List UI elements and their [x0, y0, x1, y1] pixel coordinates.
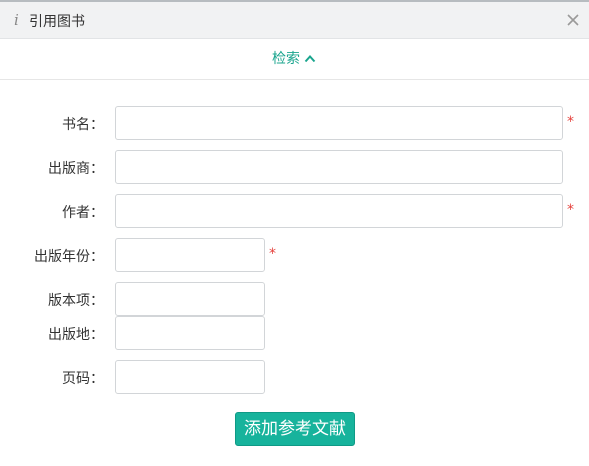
add-reference-button[interactable]: 添加参考文献	[235, 412, 355, 446]
publish-year-input[interactable]	[115, 238, 265, 272]
search-toggle[interactable]: 检索	[272, 48, 316, 68]
edition-label: 版本项：	[48, 293, 104, 309]
dialog-title: 引用图书	[29, 14, 85, 30]
info-icon: i	[14, 11, 19, 29]
title-label: 书名：	[62, 117, 104, 133]
search-bar: 检索	[0, 39, 589, 80]
book-title-input[interactable]	[115, 106, 563, 140]
required-mark: *	[567, 202, 574, 218]
pages-input[interactable]	[115, 360, 265, 394]
chevron-up-icon	[304, 54, 316, 62]
publisher-label: 出版商：	[48, 161, 104, 177]
pages-label: 页码：	[62, 371, 104, 387]
publish-place-input[interactable]	[115, 316, 265, 350]
required-mark: *	[567, 114, 574, 130]
publish-place-label: 出版地：	[48, 327, 104, 343]
required-mark: *	[269, 246, 276, 262]
search-toggle-label: 检索	[272, 51, 300, 67]
publish-year-label: 出版年份：	[34, 249, 104, 265]
cite-book-dialog: i 引用图书 检索 书名： * 出版商： 作者： * 出版年份： * 版本项： …	[0, 0, 589, 466]
author-input[interactable]	[115, 194, 563, 228]
edition-input[interactable]	[115, 282, 265, 316]
author-label: 作者：	[62, 205, 104, 221]
dialog-titlebar: i 引用图书	[0, 2, 589, 39]
publisher-input[interactable]	[115, 150, 563, 184]
close-icon[interactable]	[565, 12, 581, 28]
